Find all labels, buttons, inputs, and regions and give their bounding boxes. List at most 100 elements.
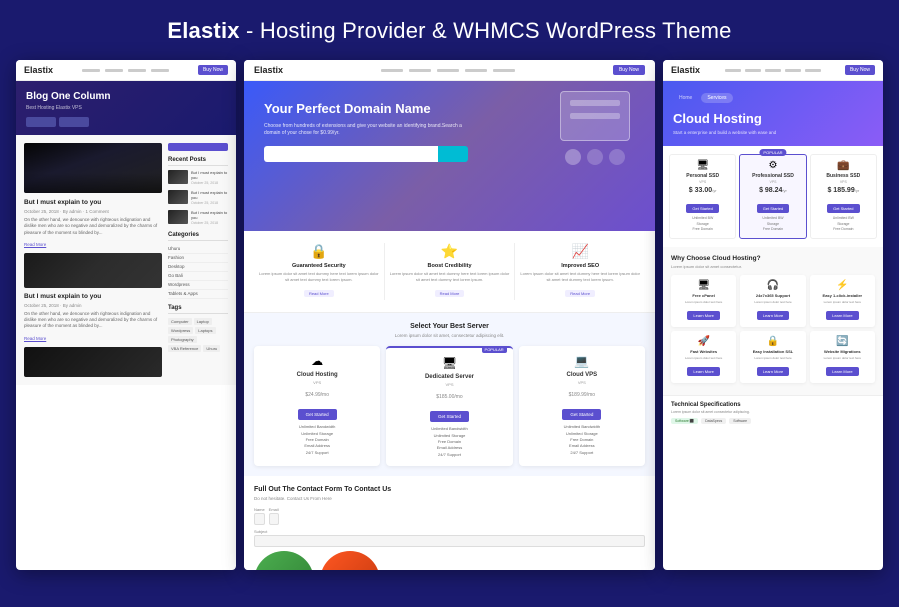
blog-nav-btn[interactable]: Buy Now [198,65,228,75]
cat-3[interactable]: Desktop [168,263,228,272]
post-title-2: But I must explain to you [24,293,162,300]
professional-btn[interactable]: Get Started [757,204,789,213]
feature-link-2[interactable]: Read More [435,290,465,297]
cat-6[interactable]: Tablets & Apps [168,290,228,299]
business-features: Unlimited BWStorageFree Domain [815,216,872,233]
feature-link-3[interactable]: Read More [565,290,595,297]
ssl-btn[interactable]: Learn More [757,367,789,376]
sidebar-recent-posts: Recent Posts But I must explain to youOc… [168,157,228,226]
tag-3[interactable]: Wordpress [168,327,193,334]
read-more-1[interactable]: Read More [24,242,162,247]
business-price: $ 185.99/yr [815,187,872,194]
server-card-cloud: ☁ Cloud Hosting VPS $24.99/mo Get Starte… [254,346,380,466]
tech-title: Technical Specifications [671,402,875,408]
blog-post-img-3 [24,347,162,377]
cpanel-icon: 🖥 [675,280,732,291]
hosting-nav-btn[interactable]: Buy Now [845,65,875,75]
cat-4[interactable]: Go Bali [168,272,228,281]
servers-section-title: Select Your Best Server [254,323,645,330]
personal-btn[interactable]: Get Started [686,204,718,213]
hosting-hero-title: Cloud Hosting [673,111,873,126]
hero-tab-home[interactable]: Home [673,93,698,103]
tech-badge-1: Software ⬛ [671,418,698,424]
tech-sub: Lorem ipsum dolor sit amet consectetur a… [671,410,875,414]
fast-btn[interactable]: Learn More [687,367,719,376]
business-sub: VPS [815,180,872,184]
tech-badge-2: DataSpecs [701,418,726,424]
form-field-subject[interactable] [254,535,645,547]
contact-sub: Do not hesitate. Contact Us From Here [254,496,645,501]
read-more-2[interactable]: Read More [24,336,162,341]
installer-desc: Lorem ipsum dolor text here [814,300,871,304]
migration-icon: 🔄 [814,336,871,347]
card-price-1: $24.99/mo [260,389,374,398]
card-badge-popular: POPULAR [482,346,507,353]
blog-main: But I must explain to you October 25, 20… [24,143,162,377]
blog-hero-btn2[interactable] [59,117,89,127]
tag-2[interactable]: Laptop [194,318,212,325]
tag-4[interactable]: Laptops [195,327,215,334]
form-field-email[interactable] [269,513,279,525]
business-btn[interactable]: Get Started [827,204,859,213]
card-btn-2[interactable]: Get Started [430,411,469,422]
card-name-2: Dedicated Server [392,374,506,380]
domain-search-input[interactable] [264,146,438,162]
blog-hero-btn1[interactable] [26,117,56,127]
nav-link [151,69,169,72]
professional-sub: VPS [744,180,801,184]
blog-nav: Elastix Buy Now [16,60,236,81]
robot-icon: 🤖 [254,551,314,570]
support-icon: 🎧 [744,280,801,291]
support-desc: Lorem ipsum dolor text here [744,300,801,304]
blog-hero-subtitle: Best Hosting Elastix VPS [26,105,226,111]
sidebar-search[interactable] [168,143,228,151]
ssl-desc: Lorem ipsum dolor text here [744,356,801,360]
installer-btn[interactable]: Learn More [826,311,858,320]
card-btn-3[interactable]: Get Started [562,409,601,420]
recent-post-2: But I must explain to youOctober 25, 201… [168,190,228,206]
hosting-nav-logo: Elastix [671,65,700,75]
tech-badges-row: Software ⬛ DataSpecs Software [671,418,875,424]
support-btn[interactable]: Learn More [757,311,789,320]
nav-link [437,69,459,72]
server-icons [545,149,645,165]
cpanel-title: Free cPanel [675,293,732,298]
seo-icon: 📈 [520,243,640,260]
tag-7[interactable]: Uhuru [203,345,220,352]
nav-link [765,69,781,72]
domain-search-btn[interactable] [438,146,468,162]
tag-1[interactable]: Computer [168,318,192,325]
recent-post-3: But I must explain to youOctober 25, 201… [168,210,228,226]
feature-desc-1: Lorem ipsum dolor sit amet text dummy he… [259,271,379,282]
form-field-name[interactable] [254,513,265,525]
cat-1[interactable]: Uhuru [168,245,228,254]
migration-btn[interactable]: Learn More [826,367,858,376]
fast-icon: 🚀 [675,336,732,347]
contact-bottom: 🤖 ⚙ [254,551,645,570]
why-item-fast: 🚀 Fast Websites Lorem ipsum dolor text h… [671,331,736,383]
card-btn-1[interactable]: Get Started [298,409,337,420]
card-name-3: Cloud VPS [525,372,639,378]
server-card-vps: 💻 Cloud VPS VPS $189.99/mo Get Started U… [519,346,645,466]
recent-post-text-2: But I must explain to youOctober 25, 201… [191,190,228,206]
personal-features: Unlimited BWStorageFree Domain [674,216,731,233]
feature-link-1[interactable]: Read More [304,290,334,297]
business-name: Business SSD [815,173,872,179]
server-card-dedicated: POPULAR 🖥 Dedicated Server VPS $185.00/m… [386,346,512,466]
nav-link [409,69,431,72]
tag-5[interactable]: Photography [168,336,197,343]
why-sub: Lorem ipsum dolor sit amet consectetur. [671,264,875,269]
fast-title: Fast Websites [675,349,732,354]
domain-panel: Elastix Buy Now Your Perfect Domain Name… [244,60,655,570]
hero-tab-services[interactable]: Services [701,93,732,103]
professional-badge: POPULAR [759,149,786,156]
hosting-hero-subtitle: Start a enterprise and build a website w… [673,130,873,136]
cpanel-btn[interactable]: Learn More [687,311,719,320]
cat-2[interactable]: Fashion [168,254,228,263]
nav-link [381,69,403,72]
nav-link [745,69,761,72]
domain-search-bar [264,146,468,162]
cat-5[interactable]: Wordpress [168,281,228,290]
domain-nav-btn[interactable]: Buy Now [613,65,645,75]
tag-6[interactable]: VBA Reference [168,345,201,352]
